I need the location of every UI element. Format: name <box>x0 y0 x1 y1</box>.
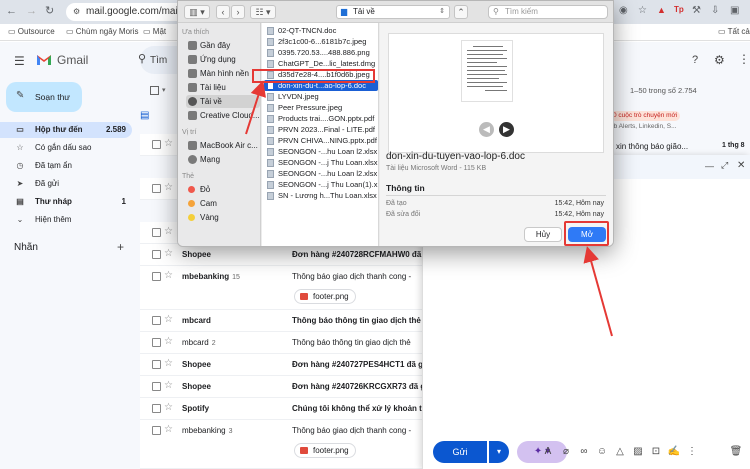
annotation-arrows <box>245 80 613 337</box>
screen: ← → ↻ ⚙ mail.google.com/mail/u/0 ◉ ☆ ▲ T… <box>0 0 750 469</box>
arrow-to-file <box>245 80 266 135</box>
arrow-to-open <box>583 246 613 337</box>
